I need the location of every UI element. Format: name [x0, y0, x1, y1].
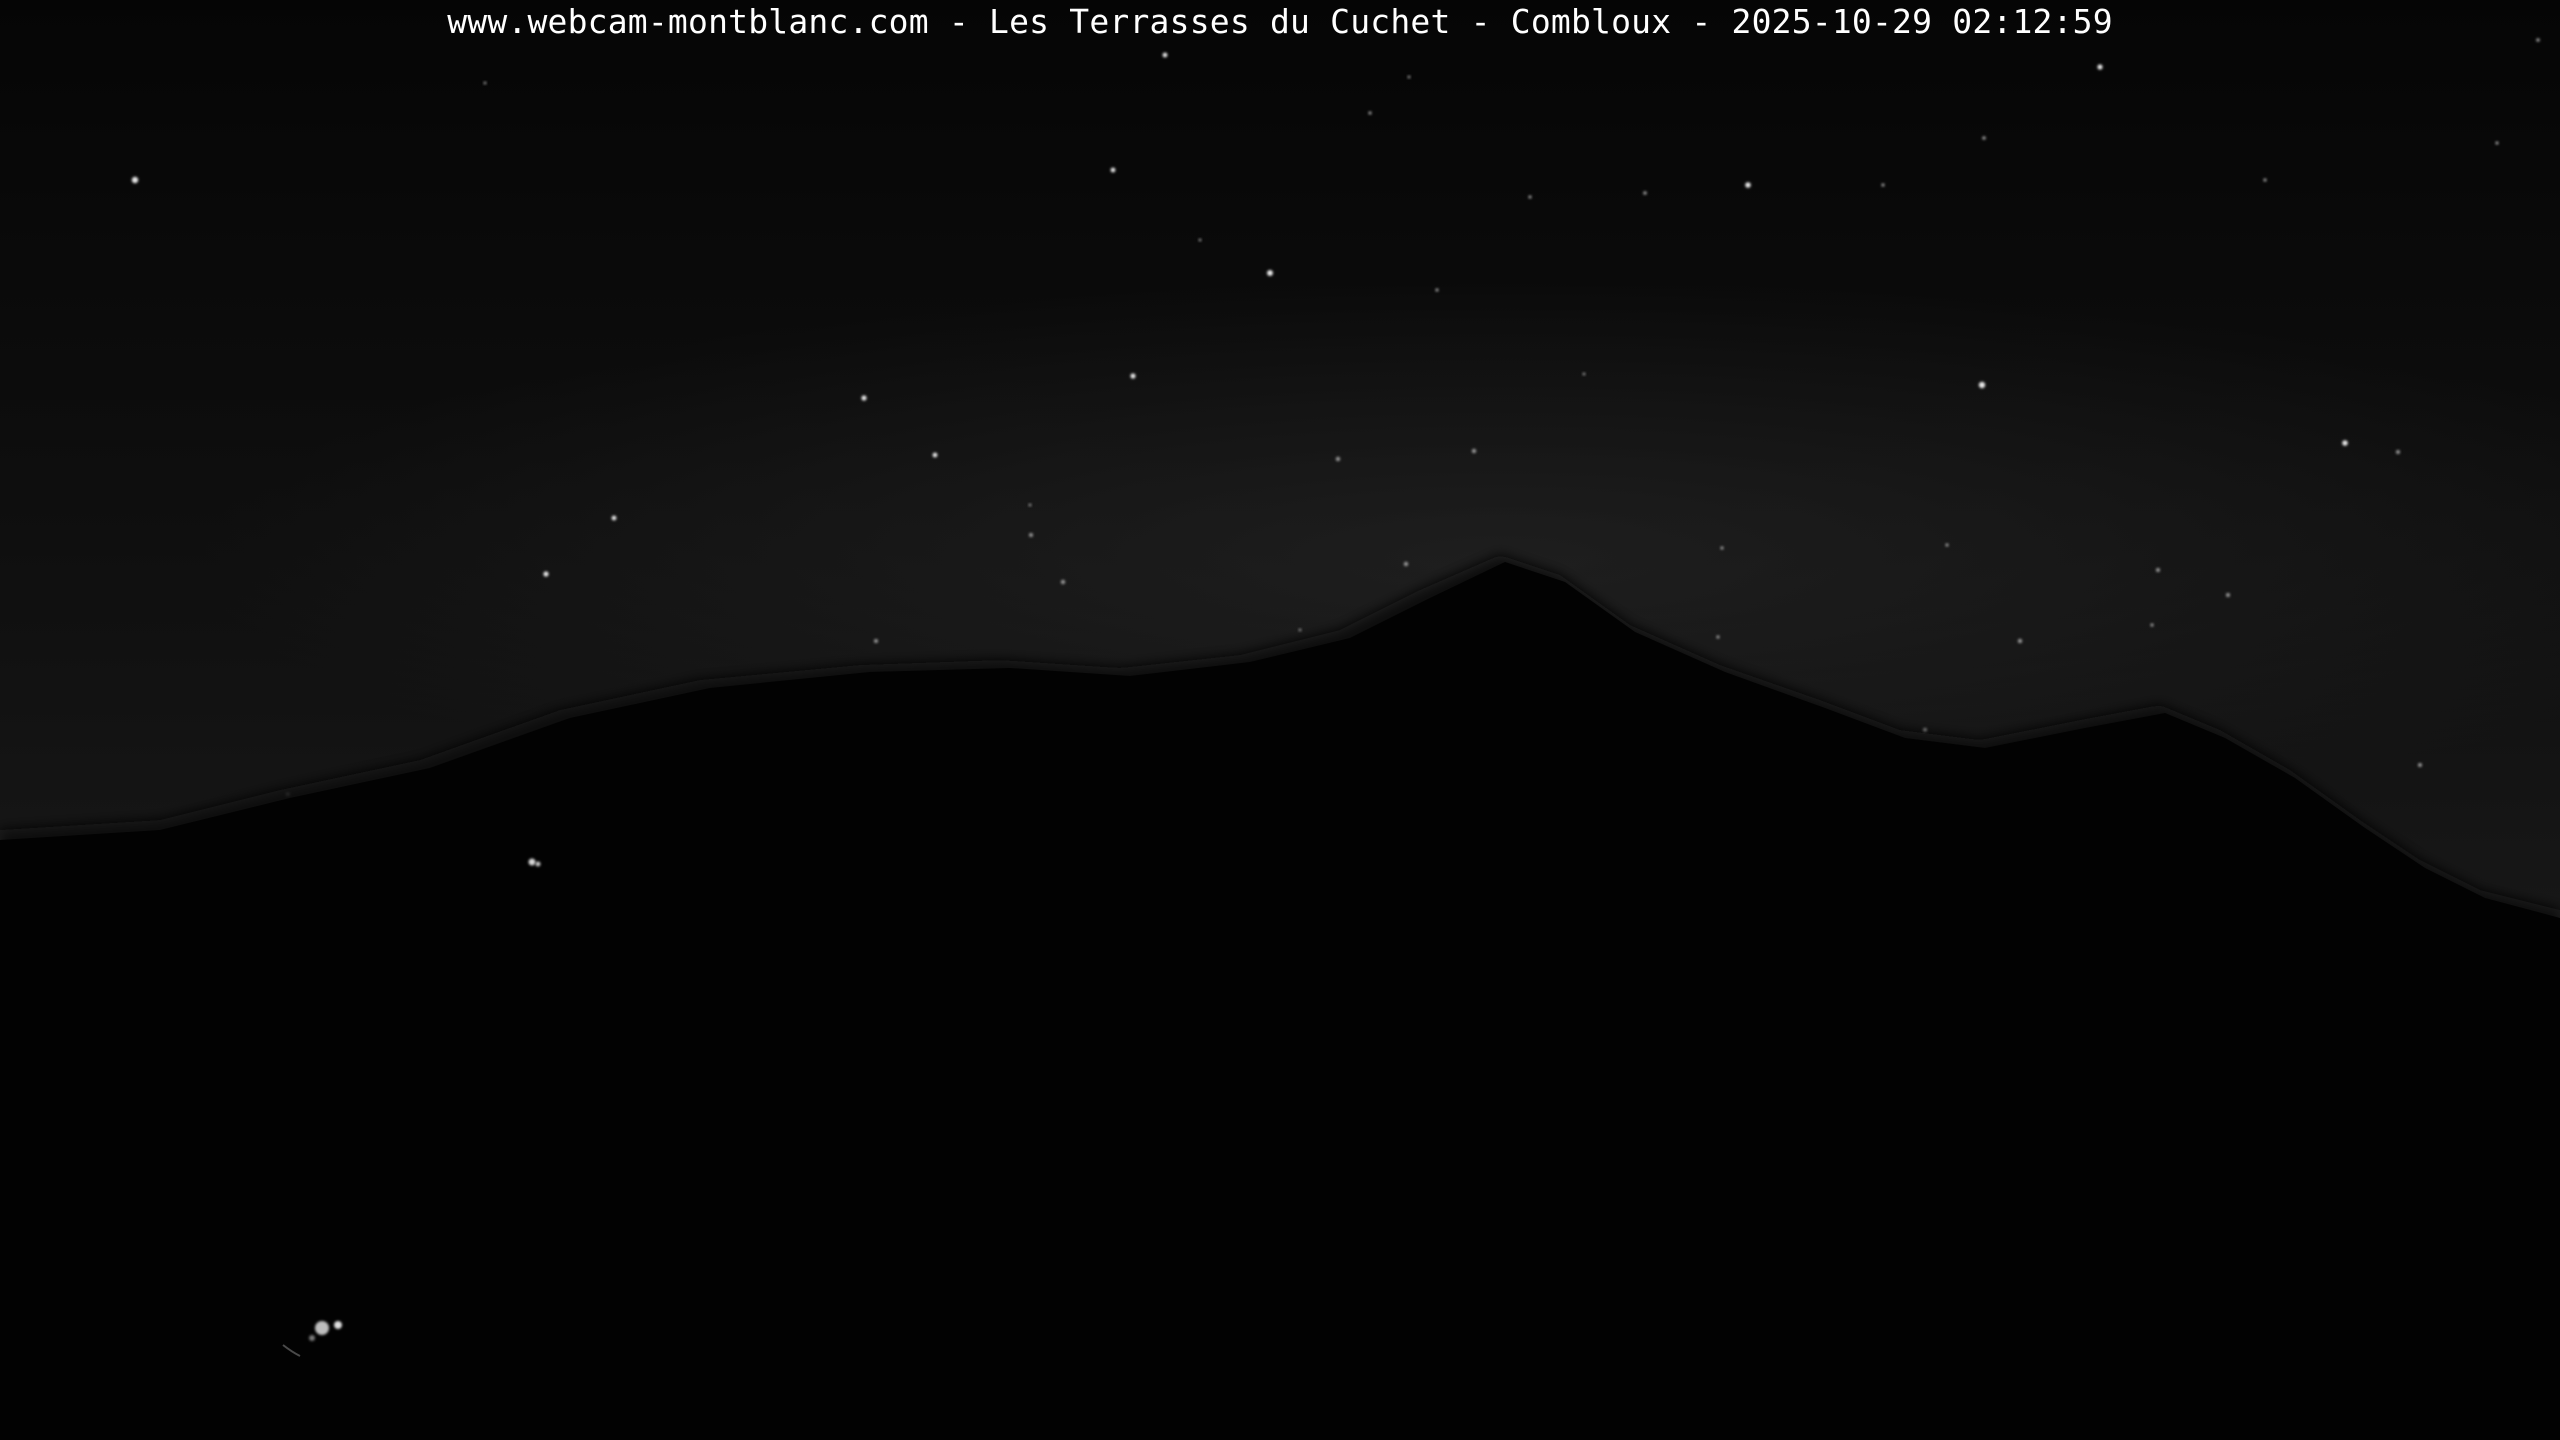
- village-light: [535, 861, 541, 867]
- star: [131, 176, 139, 184]
- star: [861, 395, 867, 401]
- star: [2150, 623, 2154, 627]
- star: [1720, 546, 1724, 550]
- star: [1978, 381, 1986, 389]
- star: [1716, 635, 1720, 639]
- night-scene: [0, 0, 2560, 1440]
- webcam-frame: www.webcam-montblanc.com - Les Terrasses…: [0, 0, 2560, 1440]
- star: [1335, 456, 1341, 462]
- star: [874, 639, 878, 643]
- star: [2097, 64, 2103, 70]
- webcam-caption: www.webcam-montblanc.com - Les Terrasses…: [447, 2, 2113, 41]
- foreground-light: [309, 1335, 315, 1341]
- star: [1982, 136, 1986, 140]
- foreground-light: [315, 1321, 329, 1335]
- star: [2495, 141, 2499, 145]
- star: [1407, 75, 1411, 79]
- star: [611, 515, 617, 521]
- star: [2017, 638, 2023, 644]
- star: [1945, 543, 1949, 547]
- star: [1110, 167, 1116, 173]
- star: [1582, 372, 1586, 376]
- star: [1162, 52, 1168, 58]
- foreground-light: [334, 1321, 342, 1329]
- star: [1923, 728, 1927, 732]
- star: [1298, 628, 1302, 632]
- star: [932, 452, 938, 458]
- star: [1643, 191, 1647, 195]
- star: [1130, 373, 1136, 379]
- star: [1881, 183, 1885, 187]
- star: [2342, 440, 2348, 446]
- star: [1267, 270, 1273, 276]
- star: [2226, 593, 2230, 597]
- star: [2418, 763, 2422, 767]
- star: [1745, 182, 1751, 188]
- village-light: [528, 858, 536, 866]
- star: [1028, 503, 1032, 507]
- star: [543, 571, 549, 577]
- star: [2156, 568, 2160, 572]
- star: [1528, 195, 1532, 199]
- star: [1198, 238, 1202, 242]
- star: [1403, 561, 1409, 567]
- star: [1029, 533, 1033, 537]
- star: [1368, 111, 1372, 115]
- star: [483, 81, 487, 85]
- star: [2396, 450, 2400, 454]
- star: [1060, 579, 1066, 585]
- star: [1471, 448, 1477, 454]
- star: [1435, 288, 1439, 292]
- star: [2263, 178, 2267, 182]
